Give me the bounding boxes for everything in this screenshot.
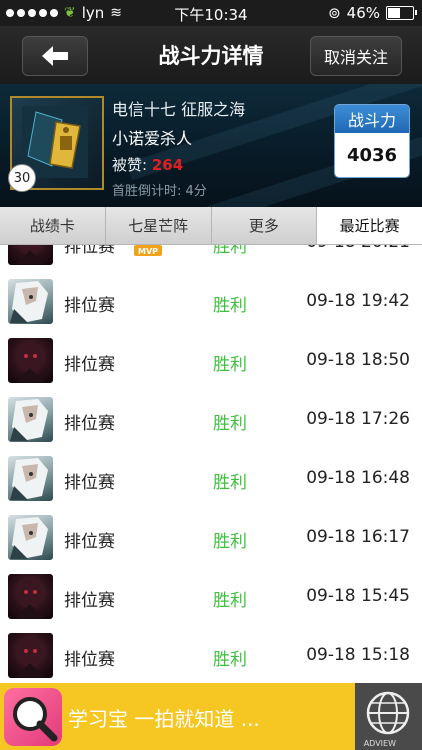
svg-text:MVP: MVP	[138, 247, 158, 256]
nav-bar: 战斗力详情 取消关注	[0, 26, 422, 85]
likes-info: 被赞: 264	[112, 154, 245, 175]
game-mode: 排位赛	[64, 355, 115, 375]
tab-4[interactable]: 最近比赛	[317, 207, 422, 244]
app-screen: ❦ lyn ≋ 下午10:34 ⊚ 46% 战斗力详情 取消关注 30 电信十七…	[0, 0, 422, 750]
profile-header: 30 电信十七 征服之海 小诺爱杀人 被赞: 264 首胜倒计时: 4分 战斗力…	[0, 84, 422, 207]
game-mode: 排位赛	[64, 414, 115, 434]
game-mode: 排位赛	[64, 591, 115, 611]
ad-app-icon[interactable]	[4, 688, 62, 746]
match-datetime: 09-18 16:48	[306, 468, 410, 488]
champion-icon	[8, 279, 53, 324]
champion-icon	[8, 338, 53, 383]
magnifier-icon	[13, 697, 58, 742]
match-row[interactable]: 排位赛 胜利 09-18 19:42	[0, 273, 422, 333]
match-row[interactable]: 排位赛 胜利 09-18 15:45	[0, 568, 422, 628]
match-row[interactable]: 排位赛 胜利 09-18 16:48	[0, 450, 422, 510]
player-name: 小诺爱杀人	[112, 129, 193, 148]
match-result: 胜利	[213, 650, 247, 670]
match-result: 胜利	[213, 532, 247, 552]
likes-label: 被赞:	[112, 156, 148, 174]
match-datetime: 09-18 15:18	[306, 645, 410, 665]
battery-percent: 46%	[346, 4, 380, 22]
champion-icon	[8, 633, 53, 678]
match-row[interactable]: 排位赛 胜利 09-18 18:50	[0, 332, 422, 392]
champion-icon	[8, 515, 53, 560]
battery-icon	[386, 6, 417, 20]
unfollow-button[interactable]: 取消关注	[310, 36, 402, 76]
match-datetime: 09-18 17:26	[306, 409, 410, 429]
match-result: 胜利	[213, 355, 247, 375]
combat-power-label: 战斗力	[335, 105, 409, 133]
match-list[interactable]: 排位赛MVP胜利09-18 20:21排位赛胜利09-18 19:42排位赛胜利…	[0, 226, 422, 682]
status-bar: ❦ lyn ≋ 下午10:34 ⊚ 46%	[0, 0, 422, 26]
rotation-lock-icon: ⊚	[328, 4, 341, 22]
ad-network-badge[interactable]: ADVIEW	[355, 683, 422, 750]
ad-text[interactable]: 学习宝 一拍就知道 ...	[68, 703, 260, 732]
match-result: 胜利	[213, 591, 247, 611]
game-mode: 排位赛	[64, 296, 115, 316]
match-row[interactable]: 排位赛 胜利 09-18 16:17	[0, 509, 422, 569]
likes-count: 264	[151, 156, 184, 174]
combat-power-value: 4036	[335, 133, 409, 177]
first-win-value: 4分	[185, 184, 207, 199]
game-mode: 排位赛	[64, 473, 115, 493]
tab-3[interactable]: 更多	[211, 207, 318, 244]
first-win-countdown: 首胜倒计时: 4分	[112, 180, 245, 199]
globe-icon	[366, 691, 410, 735]
player-info: 电信十七 征服之海 小诺爱杀人 被赞: 264 首胜倒计时: 4分	[112, 96, 245, 199]
first-win-label: 首胜倒计时:	[112, 184, 182, 199]
match-datetime: 09-18 18:50	[306, 350, 410, 370]
match-row[interactable]: 排位赛 胜利 09-18 17:26	[0, 391, 422, 451]
match-row[interactable]: 排位赛 胜利 09-18 15:18	[0, 627, 422, 682]
match-result: 胜利	[213, 296, 247, 316]
game-mode: 排位赛	[64, 532, 115, 552]
match-result: 胜利	[213, 473, 247, 493]
match-result: 胜利	[213, 414, 247, 434]
tab-2[interactable]: 七星芒阵	[105, 207, 212, 244]
server-name: 电信十七 征服之海	[112, 100, 246, 119]
game-mode: 排位赛	[64, 650, 115, 670]
combat-power-box[interactable]: 战斗力 4036	[334, 104, 410, 178]
champion-icon	[8, 456, 53, 501]
ad-brand-label: ADVIEW	[363, 739, 396, 748]
tab-1[interactable]: 战绩卡	[0, 207, 106, 244]
ad-banner[interactable]: 学习宝 一拍就知道 ... ADVIEW	[0, 683, 422, 750]
champion-icon	[8, 574, 53, 619]
tab-bar: 战绩卡 七星芒阵 更多 最近比赛	[0, 207, 422, 245]
match-datetime: 09-18 15:45	[306, 586, 410, 606]
match-datetime: 09-18 19:42	[306, 291, 410, 311]
match-datetime: 09-18 16:17	[306, 527, 410, 547]
status-right: ⊚ 46%	[328, 4, 417, 22]
level-badge: 30	[8, 164, 36, 192]
champion-icon	[8, 397, 53, 442]
